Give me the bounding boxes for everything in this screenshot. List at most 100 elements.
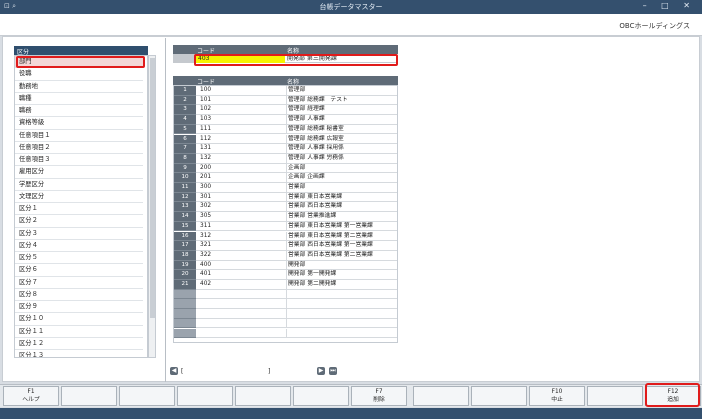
table-row[interactable]: 5 111 管理部 総務課 秘書室 [174, 124, 397, 135]
table-row[interactable]: 21 402 開発部 第二開発課 [174, 280, 397, 290]
fkey-button-9[interactable] [471, 386, 527, 406]
fkey-button-7[interactable]: F7 削除 [351, 386, 407, 406]
table-row[interactable] [174, 289, 397, 300]
category-item[interactable]: 区分３ [15, 228, 143, 240]
table-row[interactable]: 11 300 営業部 [174, 183, 397, 193]
column-separator [286, 231, 287, 242]
table-row[interactable]: 10 201 企画部 企画課 [174, 173, 397, 183]
category-item[interactable]: 資格等級 [15, 117, 143, 130]
fkey-button-4[interactable] [177, 386, 233, 406]
category-item[interactable]: 職務 [15, 105, 143, 118]
category-item[interactable]: 区分１２ [15, 338, 143, 350]
next-page-button[interactable]: ▶ [317, 367, 325, 375]
input-grid-header: コード 名称 [173, 45, 398, 55]
row-name: 営業部 営業推進課 [288, 213, 337, 220]
row-code: 103 [200, 116, 212, 123]
table-row[interactable] [174, 318, 397, 329]
table-row[interactable]: 1 100 管理部 [174, 86, 397, 96]
table-row[interactable]: 18 322 営業部 西日本営業課 第二営業課 [174, 250, 397, 261]
prev-page-button[interactable]: ◀ [170, 367, 178, 375]
table-row[interactable]: 4 103 管理部 人事課 [174, 115, 397, 125]
window-controls[interactable]: – □ ✕ [643, 1, 696, 10]
column-separator [286, 115, 287, 125]
category-item[interactable]: 任意項目１ [15, 130, 143, 142]
fkey-button-6[interactable] [293, 386, 349, 406]
row-code: 111 [200, 125, 212, 132]
row-name: 営業部 東日本営業課 [288, 193, 343, 200]
table-row[interactable] [174, 328, 397, 339]
row-name: 管理部 人事課 労務係 [288, 154, 344, 161]
list-grid-header: コード 名称 [173, 76, 398, 86]
row-code: 321 [200, 242, 212, 249]
table-row[interactable]: 14 305 営業部 営業推進課 [174, 212, 397, 222]
table-row[interactable]: 17 321 営業部 西日本営業課 第一営業課 [174, 241, 397, 251]
table-row[interactable]: 3 102 管理部 経理課 [174, 105, 397, 116]
category-item[interactable]: 区分１３ [15, 350, 143, 357]
category-item[interactable]: 役職 [15, 68, 143, 81]
row-number: 5 [174, 124, 196, 135]
category-item[interactable]: 文理区分 [15, 191, 143, 203]
table-row[interactable]: 6 112 管理部 総務課 広報室 [174, 134, 397, 145]
category-item[interactable]: 区分１１ [15, 326, 143, 338]
fkey-button-1[interactable]: F1 ヘルプ [3, 386, 59, 406]
highlight-box-add [645, 383, 700, 407]
row-code: 302 [200, 203, 212, 210]
last-page-button[interactable]: ⏭ [329, 367, 337, 375]
row-code: 300 [200, 184, 212, 190]
category-item[interactable]: 区分４ [15, 240, 143, 252]
category-item[interactable]: 学歴区分 [15, 179, 143, 191]
category-item[interactable]: 任意項目３ [15, 154, 143, 167]
table-row[interactable]: 2 101 管理部 総務課 テスト [174, 95, 397, 106]
category-item[interactable]: 勤務地 [15, 81, 143, 93]
column-separator [286, 328, 287, 339]
table-row[interactable]: 9 200 企画部 [174, 163, 397, 174]
row-code: 322 [200, 251, 212, 258]
fkey-key: F10 [551, 389, 563, 395]
category-item[interactable]: 区分５ [15, 252, 143, 265]
row-number: 10 [174, 173, 196, 183]
row-code: 311 [200, 222, 212, 229]
column-separator [286, 183, 287, 193]
row-code: 301 [200, 193, 212, 200]
category-item[interactable]: 区分２ [15, 215, 143, 228]
category-item[interactable]: 職種 [15, 93, 143, 105]
fkey-button-5[interactable] [235, 386, 291, 406]
row-code: 200 [200, 164, 212, 171]
fkey-button-2[interactable] [61, 386, 117, 406]
row-number: 13 [174, 202, 196, 213]
column-separator [286, 260, 287, 271]
fkey-button-8[interactable] [413, 386, 469, 406]
fkey-button-11[interactable] [587, 386, 643, 406]
table-row[interactable]: 16 312 営業部 東日本営業課 第二営業課 [174, 231, 397, 242]
fkey-button-10[interactable]: F10 中止 [529, 386, 585, 406]
category-item[interactable]: 区分６ [15, 264, 143, 277]
category-item[interactable]: 区分１０ [15, 313, 143, 326]
table-row[interactable]: 12 301 営業部 東日本営業課 [174, 192, 397, 203]
table-row[interactable] [174, 299, 397, 310]
table-row[interactable]: 7 131 管理部 人事課 採用係 [174, 144, 397, 154]
title-bar: ⊡ ⌕ 台帳データマスター – □ ✕ [0, 0, 702, 14]
table-row[interactable]: 13 302 営業部 西日本営業課 [174, 202, 397, 213]
table-row[interactable]: 8 132 管理部 人事課 労務係 [174, 153, 397, 164]
category-item[interactable]: 区分９ [15, 301, 143, 314]
table-row[interactable]: 15 311 営業部 東日本営業課 第一営業課 [174, 221, 397, 232]
row-name: 管理部 経理課 [288, 106, 325, 113]
table-row[interactable]: 19 400 開発部 [174, 260, 397, 271]
scrollbar-thumb[interactable] [150, 58, 155, 318]
new-entry-num [173, 54, 195, 63]
row-name: 営業部 [288, 184, 306, 190]
category-item[interactable]: 雇用区分 [15, 166, 143, 179]
panel-divider[interactable] [165, 38, 166, 382]
category-item[interactable]: 区分１ [15, 203, 143, 216]
category-item[interactable]: 区分７ [15, 277, 143, 289]
column-separator [286, 309, 287, 319]
category-item[interactable]: 区分８ [15, 289, 143, 301]
table-row[interactable] [174, 309, 397, 319]
row-name: 管理部 [288, 87, 306, 93]
column-separator [286, 318, 287, 329]
table-row[interactable]: 20 401 開発部 第一開発課 [174, 270, 397, 280]
category-scrollbar[interactable] [148, 55, 156, 358]
row-number [174, 289, 196, 300]
category-item[interactable]: 任意項目２ [15, 142, 143, 154]
fkey-button-3[interactable] [119, 386, 175, 406]
